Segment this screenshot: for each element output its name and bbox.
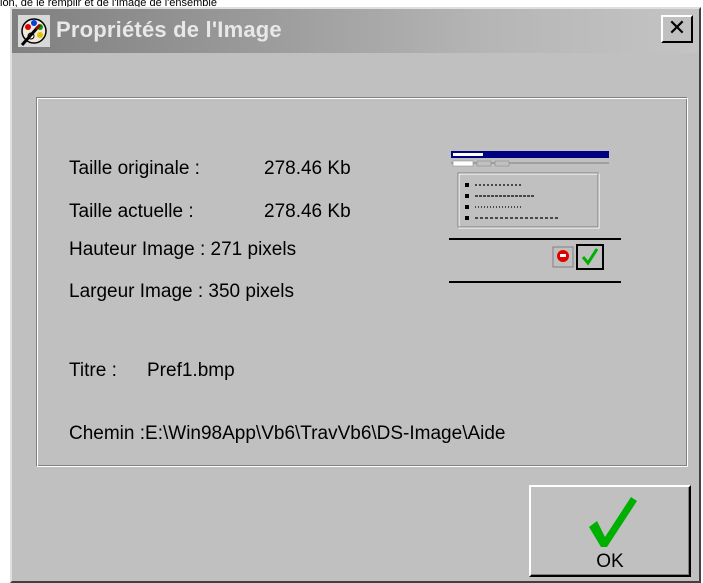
image-title-label: Titre : xyxy=(69,360,117,381)
checkmark-icon xyxy=(589,497,637,547)
dialog-title: Propriétés de l'Image xyxy=(56,17,282,42)
image-info-frame: Taille originale : 278.46 Kb Taille actu… xyxy=(36,97,688,467)
image-properties-dialog: Propriétés de l'Image ✕ Taille originale… xyxy=(10,7,701,583)
ok-button-label: OK xyxy=(596,551,624,572)
palette-icon xyxy=(18,15,50,47)
original-size-value: 278.46 Kb xyxy=(264,158,351,179)
close-button[interactable]: ✕ xyxy=(661,15,693,43)
image-height-text: Hauteur Image : 271 pixels xyxy=(69,239,297,260)
image-width-text: Largeur Image : 350 pixels xyxy=(69,281,294,302)
original-size-label: Taille originale : xyxy=(69,158,200,179)
background-caption-text: ion, de le remplir et de l'image de l'en… xyxy=(0,0,703,7)
image-preview-thumbnail xyxy=(449,146,621,284)
image-title-value: Pref1.bmp xyxy=(147,360,235,381)
image-path-text: Chemin :E:\Win98App\Vb6\TravVb6\DS-Image… xyxy=(69,423,506,444)
title-bar[interactable]: Propriétés de l'Image ✕ xyxy=(12,9,699,53)
current-size-label: Taille actuelle : xyxy=(69,201,194,222)
close-icon: ✕ xyxy=(667,15,687,40)
current-size-value: 278.46 Kb xyxy=(264,201,351,222)
ok-button[interactable]: OK xyxy=(529,485,691,577)
